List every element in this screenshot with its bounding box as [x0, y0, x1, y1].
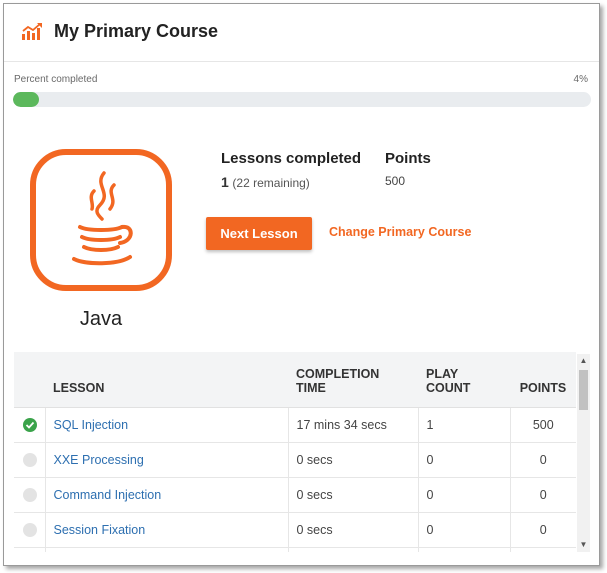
lesson-link[interactable]: XXE Processing — [45, 442, 289, 478]
lesson-link[interactable]: Command Injection — [45, 477, 289, 513]
lesson-link[interactable]: SQL Injection — [45, 407, 289, 443]
status-cell — [14, 547, 46, 552]
points-cell: 0 — [510, 442, 576, 478]
incomplete-circle-icon — [23, 522, 37, 537]
play-count-cell: 0 — [418, 442, 511, 478]
lessons-completed-label: Lessons completed — [221, 150, 362, 167]
completion-time-column-header[interactable]: COMPLETION TIME — [288, 352, 418, 408]
check-circle-icon — [23, 417, 37, 432]
completion-time-cell: 0 secs — [288, 477, 419, 513]
lessons-table: LESSON COMPLETION TIME PLAY COUNT POINTS — [14, 352, 576, 552]
table-row[interactable] — [14, 547, 576, 552]
chart-line-icon — [22, 23, 42, 40]
table-header-row: LESSON COMPLETION TIME PLAY COUNT POINTS — [14, 352, 576, 408]
status-cell — [14, 512, 46, 548]
table-row[interactable]: SQL Injection 17 mins 34 secs 1 500 — [14, 407, 576, 443]
play-count-cell: 0 — [418, 477, 511, 513]
play-count-cell: 0 — [418, 512, 511, 548]
course-logo — [30, 149, 172, 291]
progress-bar-fill — [13, 92, 39, 107]
play-count-header-line1: PLAY — [426, 366, 459, 381]
scrollbar-thumb[interactable] — [579, 370, 588, 410]
play-count-cell: 1 — [418, 407, 511, 443]
progress-label: Percent completed — [14, 74, 98, 85]
points-cell: 0 — [510, 512, 576, 548]
java-coffee-cup-icon — [72, 171, 133, 266]
completion-time-header-line1: COMPLETION — [296, 366, 380, 381]
points-cell: 0 — [510, 477, 576, 513]
points-cell — [510, 547, 576, 552]
status-column-header — [14, 352, 45, 408]
lessons-table-container: LESSON COMPLETION TIME PLAY COUNT POINTS — [14, 352, 590, 552]
play-count-column-header[interactable]: PLAY COUNT — [418, 352, 510, 408]
change-primary-course-link[interactable]: Change Primary Course — [329, 225, 471, 239]
card-header: My Primary Course — [4, 4, 599, 62]
lesson-link[interactable]: Session Fixation — [45, 512, 289, 548]
next-lesson-button[interactable]: Next Lesson — [206, 217, 312, 250]
incomplete-circle-icon — [23, 487, 37, 502]
points-label: Points — [385, 150, 431, 167]
table-row[interactable]: Command Injection 0 secs 0 0 — [14, 477, 576, 513]
completion-time-cell: 0 secs — [288, 512, 419, 548]
completion-time-cell: 0 secs — [288, 442, 419, 478]
lessons-remaining: (22 remaining) — [232, 176, 310, 190]
progress-percent: 4% — [573, 74, 588, 85]
course-name: Java — [79, 308, 123, 330]
completion-time-cell — [288, 547, 419, 552]
play-count-header-line2: COUNT — [426, 380, 471, 395]
lesson-link[interactable] — [45, 547, 289, 552]
completion-time-cell: 17 mins 34 secs — [288, 407, 419, 443]
card-title: My Primary Course — [54, 21, 219, 41]
table-row[interactable]: Session Fixation 0 secs 0 0 — [14, 512, 576, 548]
table-scrollbar[interactable]: ▲ ▼ — [577, 354, 590, 552]
status-cell — [14, 442, 46, 478]
status-cell — [14, 477, 46, 513]
scroll-up-arrow-icon[interactable]: ▲ — [577, 354, 590, 368]
completion-time-header-line2: TIME — [296, 380, 326, 395]
incomplete-circle-icon — [23, 452, 37, 467]
play-count-cell — [418, 547, 511, 552]
status-cell — [14, 407, 46, 443]
progress-bar — [13, 92, 591, 107]
scroll-down-arrow-icon[interactable]: ▼ — [577, 538, 590, 552]
lesson-column-header[interactable]: LESSON — [45, 352, 288, 408]
lessons-table-body: SQL Injection 17 mins 34 secs 1 500 XXE … — [14, 407, 576, 552]
points-column-header[interactable]: POINTS — [510, 352, 576, 408]
lessons-completed-count: 1 — [221, 174, 229, 190]
points-cell: 500 — [510, 407, 576, 443]
points-value: 500 — [385, 174, 406, 188]
table-row[interactable]: XXE Processing 0 secs 0 0 — [14, 442, 576, 478]
primary-course-card: My Primary Course Percent completed 4% J… — [3, 3, 600, 566]
lessons-completed-value: 1 (22 remaining) — [221, 174, 310, 190]
